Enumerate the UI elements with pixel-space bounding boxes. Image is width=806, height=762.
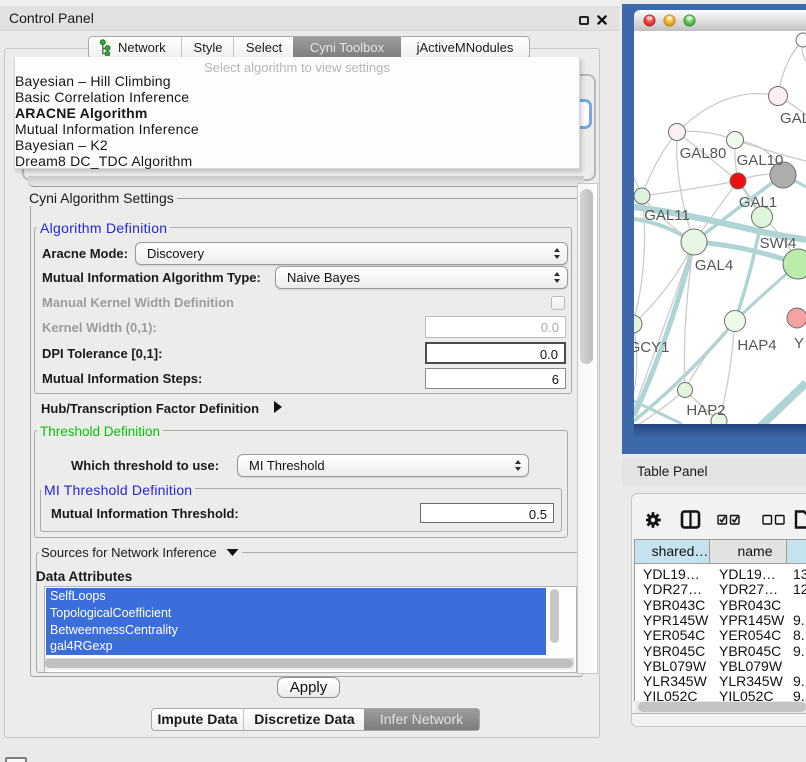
svg-text:SWI4: SWI4 [760, 235, 797, 252]
svg-text:GAL11: GAL11 [644, 207, 690, 224]
svg-text:GCY1: GCY1 [634, 339, 669, 356]
svg-text:GAL80: GAL80 [680, 145, 727, 162]
svg-text:GAL10: GAL10 [737, 152, 784, 169]
svg-text:GAL4: GAL4 [695, 257, 733, 274]
svg-text:HAP4: HAP4 [737, 337, 776, 354]
svg-text:GAL1: GAL1 [739, 194, 777, 211]
svg-text:GAL: GAL [780, 110, 806, 127]
svg-text:Y: Y [794, 335, 804, 352]
svg-text:HAP2: HAP2 [686, 402, 725, 419]
